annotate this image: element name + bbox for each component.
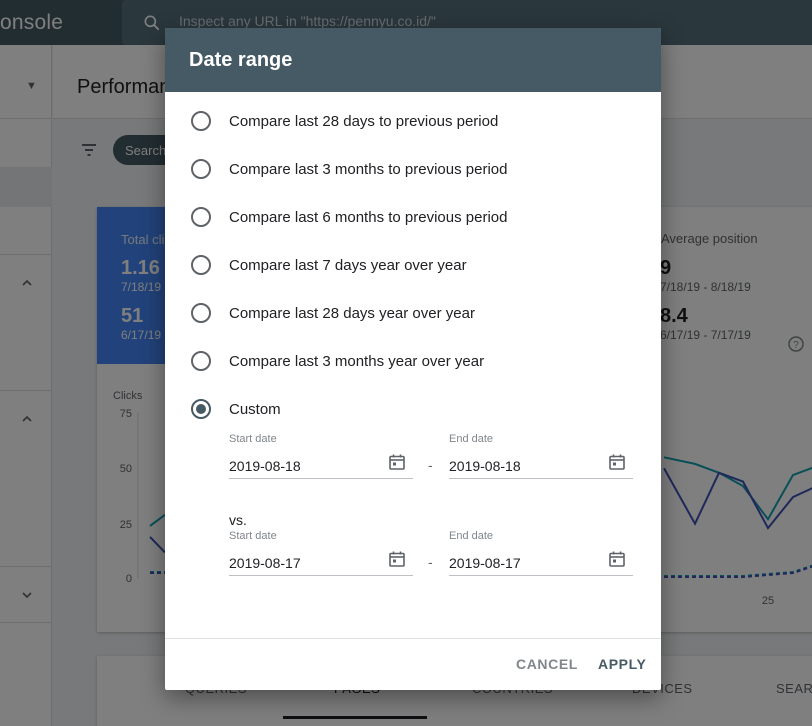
range2-start-date-field[interactable]: Start date bbox=[229, 530, 413, 578]
option-label: Compare last 6 months to previous period bbox=[229, 209, 508, 226]
start-date-input[interactable] bbox=[229, 453, 413, 479]
option-custom[interactable]: Custom bbox=[189, 397, 609, 421]
radio-button[interactable] bbox=[191, 207, 211, 227]
option-compare-7-days-yoy[interactable]: Compare last 7 days year over year bbox=[189, 253, 609, 277]
calendar-icon[interactable] bbox=[608, 453, 626, 471]
date-separator: - bbox=[428, 554, 433, 570]
date-range-dialog: Date range Compare last 28 days to previ… bbox=[165, 28, 661, 690]
dialog-header: Date range bbox=[165, 28, 661, 92]
range1-end-date-field[interactable]: End date bbox=[449, 433, 633, 481]
start-date-label: Start date bbox=[229, 433, 277, 445]
end-date-label: End date bbox=[449, 530, 494, 542]
dialog-title: Date range bbox=[189, 49, 293, 71]
option-label: Custom bbox=[229, 401, 281, 418]
option-label: Compare last 7 days year over year bbox=[229, 257, 467, 274]
end-date-input[interactable] bbox=[449, 453, 633, 479]
radio-button[interactable] bbox=[191, 303, 211, 323]
option-compare-28-days-yoy[interactable]: Compare last 28 days year over year bbox=[189, 301, 609, 325]
radio-button[interactable] bbox=[191, 111, 211, 131]
calendar-icon[interactable] bbox=[388, 550, 406, 568]
vs-label: vs. bbox=[229, 512, 247, 528]
cancel-button[interactable]: CANCEL bbox=[516, 656, 578, 672]
start-date-input[interactable] bbox=[229, 550, 413, 576]
calendar-icon[interactable] bbox=[608, 550, 626, 568]
option-label: Compare last 3 months year over year bbox=[229, 353, 485, 370]
option-compare-3-months-yoy[interactable]: Compare last 3 months year over year bbox=[189, 349, 609, 373]
radio-button[interactable] bbox=[191, 159, 211, 179]
option-compare-28-days-previous[interactable]: Compare last 28 days to previous period bbox=[189, 109, 609, 133]
apply-button[interactable]: APPLY bbox=[598, 656, 646, 672]
radio-button-selected[interactable] bbox=[191, 399, 211, 419]
date-separator: - bbox=[428, 457, 433, 473]
start-date-label: Start date bbox=[229, 530, 277, 542]
option-compare-6-months-previous[interactable]: Compare last 6 months to previous period bbox=[189, 205, 609, 229]
option-label: Compare last 3 months to previous period bbox=[229, 161, 508, 178]
dialog-footer bbox=[165, 638, 661, 690]
radio-button[interactable] bbox=[191, 255, 211, 275]
option-compare-3-months-previous[interactable]: Compare last 3 months to previous period bbox=[189, 157, 609, 181]
calendar-icon[interactable] bbox=[388, 453, 406, 471]
range1-start-date-field[interactable]: Start date bbox=[229, 433, 413, 481]
range2-end-date-field[interactable]: End date bbox=[449, 530, 633, 578]
end-date-input[interactable] bbox=[449, 550, 633, 576]
option-label: Compare last 28 days year over year bbox=[229, 305, 475, 322]
option-label: Compare last 28 days to previous period bbox=[229, 113, 499, 130]
end-date-label: End date bbox=[449, 433, 494, 445]
radio-button[interactable] bbox=[191, 351, 211, 371]
